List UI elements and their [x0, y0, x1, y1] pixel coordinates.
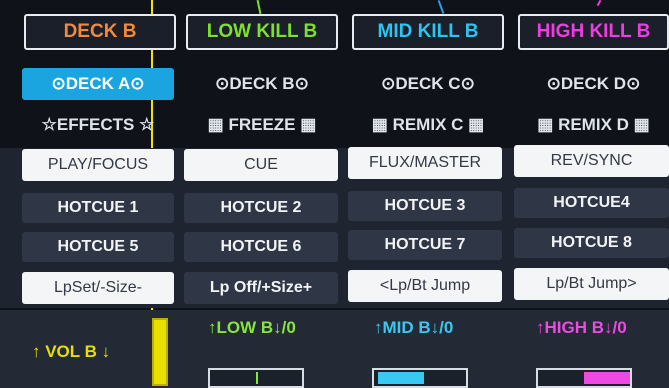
effects-button[interactable]: ☆EFFECTS ☆ [22, 110, 174, 140]
low-b-indicator [256, 372, 258, 384]
header-deck-b[interactable]: DECK B [24, 14, 176, 50]
loop-set-size-button[interactable]: LpSet/-Size- [22, 272, 174, 304]
cue-button[interactable]: CUE [184, 149, 338, 181]
mid-b-fill [378, 372, 424, 384]
hotcue-1-button[interactable]: HOTCUE 1 [22, 193, 174, 223]
header-mid-kill-b[interactable]: MID KILL B [352, 14, 504, 50]
rev-sync-button[interactable]: REV/SYNC [514, 145, 669, 177]
freeze-button[interactable]: ▦ FREEZE ▦ [186, 110, 338, 140]
high-b-label: ↑HIGH B↓/0 [536, 318, 627, 337]
green-wire [256, 0, 262, 15]
high-b-fill [584, 372, 630, 384]
deck-c-button[interactable]: ⊙DECK C⊙ [352, 68, 504, 100]
blue-wire [437, 0, 445, 14]
hotcue-2-button[interactable]: HOTCUE 2 [184, 193, 338, 223]
hotcue-7-button[interactable]: HOTCUE 7 [348, 230, 502, 260]
hotcue-6-button[interactable]: HOTCUE 6 [184, 232, 338, 262]
loop-jump-back-button[interactable]: <Lp/Bt Jump [348, 270, 502, 302]
deck-a-button[interactable]: ⊙DECK A⊙ [22, 68, 174, 100]
remix-d-button[interactable]: ▦ REMIX D ▦ [518, 110, 669, 140]
low-b-label: ↑LOW B↓/0 [208, 318, 296, 337]
hotcue-4-button[interactable]: HOTCUE4 [514, 188, 669, 218]
header-low-kill-b[interactable]: LOW KILL B [186, 14, 338, 50]
deck-d-button[interactable]: ⊙DECK D⊙ [518, 68, 669, 100]
hotcue-8-button[interactable]: HOTCUE 8 [514, 228, 669, 258]
vol-b-fader[interactable] [152, 318, 168, 386]
flux-master-button[interactable]: FLUX/MASTER [348, 147, 502, 179]
loop-jump-forward-button[interactable]: Lp/Bt Jump> [514, 268, 669, 300]
play-focus-button[interactable]: PLAY/FOCUS [22, 149, 174, 181]
loop-off-size-button[interactable]: Lp Off/+Size+ [184, 272, 338, 304]
vol-b-label: ↑ VOL B ↓ [32, 342, 111, 361]
hotcue-3-button[interactable]: HOTCUE 3 [348, 191, 502, 221]
pink-wire [596, 0, 602, 7]
header-high-kill-b[interactable]: HIGH KILL B [518, 14, 669, 50]
mid-b-label: ↑MID B↓/0 [374, 318, 454, 337]
mid-b-meter[interactable] [372, 368, 468, 388]
deck-b-button[interactable]: ⊙DECK B⊙ [186, 68, 338, 100]
high-b-meter[interactable] [536, 368, 632, 388]
remix-c-button[interactable]: ▦ REMIX C ▦ [352, 110, 504, 140]
low-b-meter[interactable] [208, 368, 304, 388]
hotcue-5-button[interactable]: HOTCUE 5 [22, 232, 174, 262]
